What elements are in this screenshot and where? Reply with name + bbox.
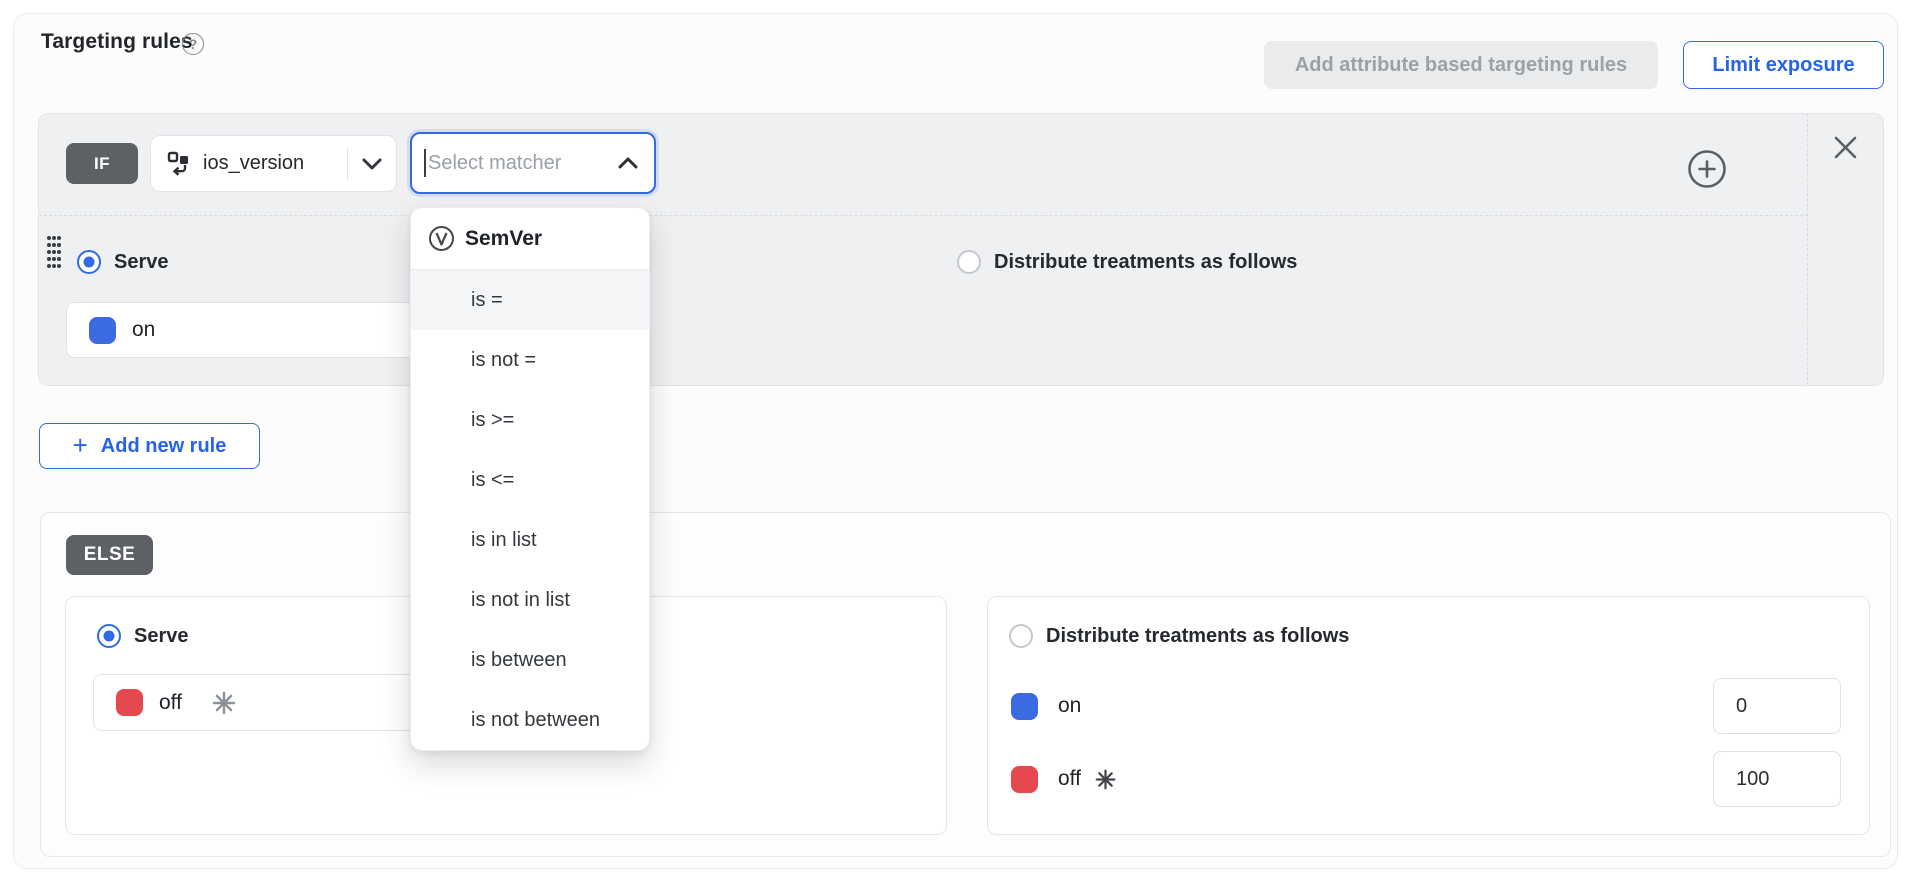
else-distribute-label: Distribute treatments as follows (1046, 625, 1349, 648)
matcher-select-input[interactable]: Select matcher (410, 132, 656, 194)
matcher-placeholder: Select matcher (428, 152, 561, 175)
attribute-name: ios_version (203, 152, 304, 175)
matcher-group-title: SemVer (465, 227, 542, 251)
plus-icon: + (73, 432, 88, 458)
treatment-off-swatch (116, 689, 143, 716)
treatment-off-swatch (1011, 766, 1038, 793)
attribute-select[interactable]: ios_version (150, 135, 397, 192)
close-icon[interactable] (1832, 134, 1859, 161)
treatment-name: off (159, 691, 182, 715)
add-new-rule-label: Add new rule (101, 435, 227, 458)
treatment-name: off (1058, 767, 1081, 791)
else-serve-label: Serve (134, 625, 189, 648)
matcher-option-is-in-list[interactable]: is in list (411, 510, 649, 570)
else-serve-radio[interactable] (97, 624, 121, 648)
serve-label: Serve (114, 251, 169, 274)
matcher-dropdown: SemVer is = is not = is >= is <= is in l… (410, 207, 650, 751)
matcher-group-header: SemVer (411, 208, 649, 270)
serve-radio[interactable] (77, 250, 101, 274)
treatment-name: on (1058, 694, 1081, 718)
if-keyword-badge: IF (66, 143, 138, 184)
else-keyword-badge: ELSE (66, 535, 153, 575)
chevron-up-icon (618, 157, 638, 169)
if-rule-block: IF ios_version (38, 113, 1884, 386)
semver-icon (428, 225, 455, 252)
treatment-name: on (132, 318, 155, 342)
serve-option-row: Serve (97, 624, 189, 648)
custom-attribute-icon (167, 151, 193, 177)
if-rule-main: IF ios_version (39, 114, 1808, 385)
default-treatment-star-icon (212, 691, 236, 715)
distribute-option-row: Distribute treatments as follows (957, 250, 1297, 274)
else-rule-block: ELSE Serve off (40, 512, 1891, 857)
matcher-option-is-gte[interactable]: is >= (411, 390, 649, 450)
add-condition-icon[interactable] (1687, 149, 1727, 189)
distribute-radio[interactable] (957, 250, 981, 274)
else-distribute-card: Distribute treatments as follows on off (987, 596, 1870, 835)
else-distribute-radio[interactable] (1009, 624, 1033, 648)
matcher-option-is-not-equal[interactable]: is not = (411, 330, 649, 390)
distribute-label: Distribute treatments as follows (994, 251, 1297, 274)
treatment-off-percentage-input[interactable] (1713, 751, 1841, 807)
matcher-option-is-lte[interactable]: is <= (411, 450, 649, 510)
condition-row: IF ios_version (39, 114, 1808, 216)
distribute-option-row: Distribute treatments as follows (1009, 624, 1349, 648)
targeting-rules-panel: Targeting rules ? Add attribute based ta… (13, 13, 1898, 869)
page-title: Targeting rules (41, 30, 193, 54)
serve-option-row: Serve (77, 250, 169, 274)
matcher-option-is-between[interactable]: is between (411, 630, 649, 690)
matcher-option-is-equal[interactable]: is = (411, 270, 649, 330)
distribute-treatment-row: on (1011, 678, 1841, 734)
default-treatment-star-icon (1095, 769, 1116, 790)
add-attribute-rules-button[interactable]: Add attribute based targeting rules (1264, 41, 1658, 89)
help-icon[interactable]: ? (182, 33, 204, 55)
drag-handle-icon[interactable] (46, 234, 62, 270)
matcher-option-is-not-between[interactable]: is not between (411, 690, 649, 750)
treatment-on-swatch (1011, 693, 1038, 720)
distribute-treatment-row: off (1011, 751, 1841, 807)
divider (347, 148, 348, 180)
rule-actions-column (1807, 114, 1883, 385)
treatment-on-swatch (89, 317, 116, 344)
treatment-on-percentage-input[interactable] (1713, 678, 1841, 734)
limit-exposure-button[interactable]: Limit exposure (1683, 41, 1884, 89)
text-cursor (424, 149, 426, 177)
chevron-down-icon (362, 158, 382, 170)
matcher-option-is-not-in-list[interactable]: is not in list (411, 570, 649, 630)
add-new-rule-button[interactable]: + Add new rule (39, 423, 260, 469)
